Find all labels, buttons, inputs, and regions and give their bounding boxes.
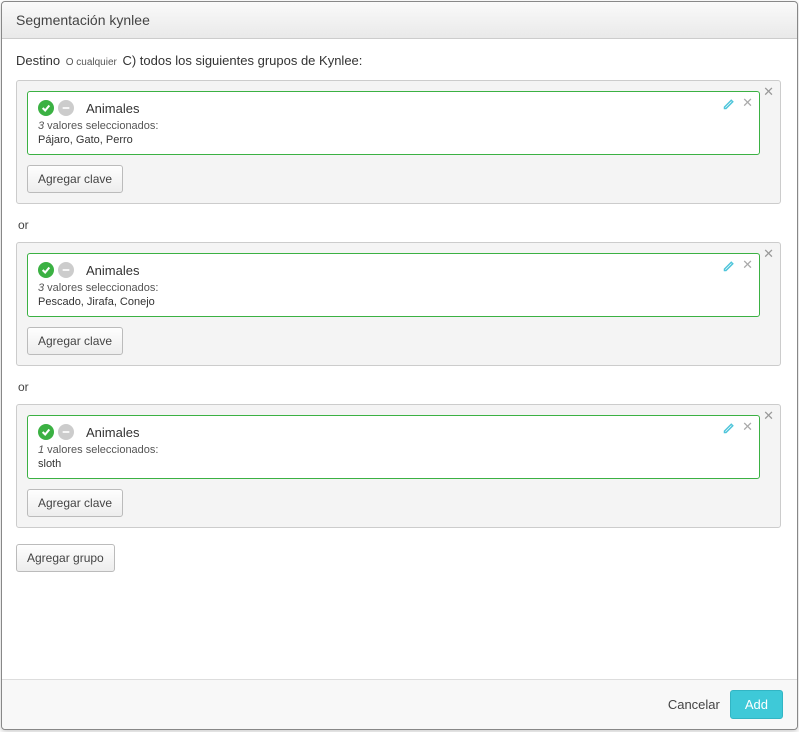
group: ✕ ✕ Animales: [16, 404, 781, 528]
selected-label: valores seleccionados:: [44, 444, 158, 456]
add-button[interactable]: Add: [730, 690, 783, 719]
key-header: Animales: [38, 262, 749, 278]
close-icon[interactable]: ✕: [763, 247, 774, 260]
add-key-button[interactable]: Agregar clave: [27, 489, 123, 517]
dialog-body: Destino O cualquier C) todos los siguien…: [2, 39, 797, 679]
include-icon[interactable]: [38, 424, 54, 440]
or-label: or: [16, 208, 781, 242]
exclude-icon[interactable]: [58, 262, 74, 278]
exclude-icon[interactable]: [58, 100, 74, 116]
key-title: Animales: [86, 425, 139, 440]
intro-option-any[interactable]: O cualquier: [64, 57, 119, 68]
include-icon[interactable]: [38, 100, 54, 116]
key-values: sloth: [38, 458, 749, 470]
pencil-icon[interactable]: [723, 422, 735, 437]
group: ✕ ✕ Animales: [16, 80, 781, 204]
add-group-button[interactable]: Agregar grupo: [16, 544, 115, 572]
key-title: Animales: [86, 101, 139, 116]
dialog-footer: Cancelar Add: [2, 679, 797, 729]
close-icon[interactable]: ✕: [763, 85, 774, 98]
include-icon[interactable]: [38, 262, 54, 278]
selected-label: valores seleccionados:: [44, 282, 158, 294]
key-title: Animales: [86, 263, 139, 278]
group: ✕ ✕ Animales: [16, 242, 781, 366]
key-values: Pájaro, Gato, Perro: [38, 134, 749, 146]
key-selection-info: 3 valores seleccionados:: [38, 282, 749, 294]
key-header: Animales: [38, 424, 749, 440]
dialog-header: Segmentación kynlee: [2, 2, 797, 39]
key-block: ✕ Animales 1 valores seleccionados: slot: [27, 415, 760, 479]
cancel-button[interactable]: Cancelar: [668, 697, 720, 712]
dialog-title: Segmentación kynlee: [16, 12, 150, 28]
key-block: ✕ Animales 3 valores seleccionados: Pesc: [27, 253, 760, 317]
key-selection-info: 1 valores seleccionados:: [38, 444, 749, 456]
intro-destino: Destino: [16, 53, 60, 68]
or-label: or: [16, 370, 781, 404]
exclude-icon[interactable]: [58, 424, 74, 440]
add-key-button[interactable]: Agregar clave: [27, 165, 123, 193]
pencil-icon[interactable]: [723, 260, 735, 275]
key-block: ✕ Animales 3 valores seleccionados: Pája: [27, 91, 760, 155]
close-icon[interactable]: ✕: [742, 420, 753, 433]
segmentation-dialog: Segmentación kynlee Destino O cualquier …: [1, 1, 798, 730]
key-values: Pescado, Jirafa, Conejo: [38, 296, 749, 308]
intro-line: Destino O cualquier C) todos los siguien…: [16, 53, 783, 68]
selected-label: valores seleccionados:: [44, 120, 158, 132]
close-icon[interactable]: ✕: [763, 409, 774, 422]
key-header: Animales: [38, 100, 749, 116]
close-icon[interactable]: ✕: [742, 258, 753, 271]
close-icon[interactable]: ✕: [742, 96, 753, 109]
pencil-icon[interactable]: [723, 98, 735, 113]
key-selection-info: 3 valores seleccionados:: [38, 120, 749, 132]
groups-area[interactable]: ✕ ✕ Animales: [16, 80, 783, 679]
add-key-button[interactable]: Agregar clave: [27, 327, 123, 355]
intro-suffix: C) todos los siguientes grupos de Kynlee…: [122, 53, 362, 68]
